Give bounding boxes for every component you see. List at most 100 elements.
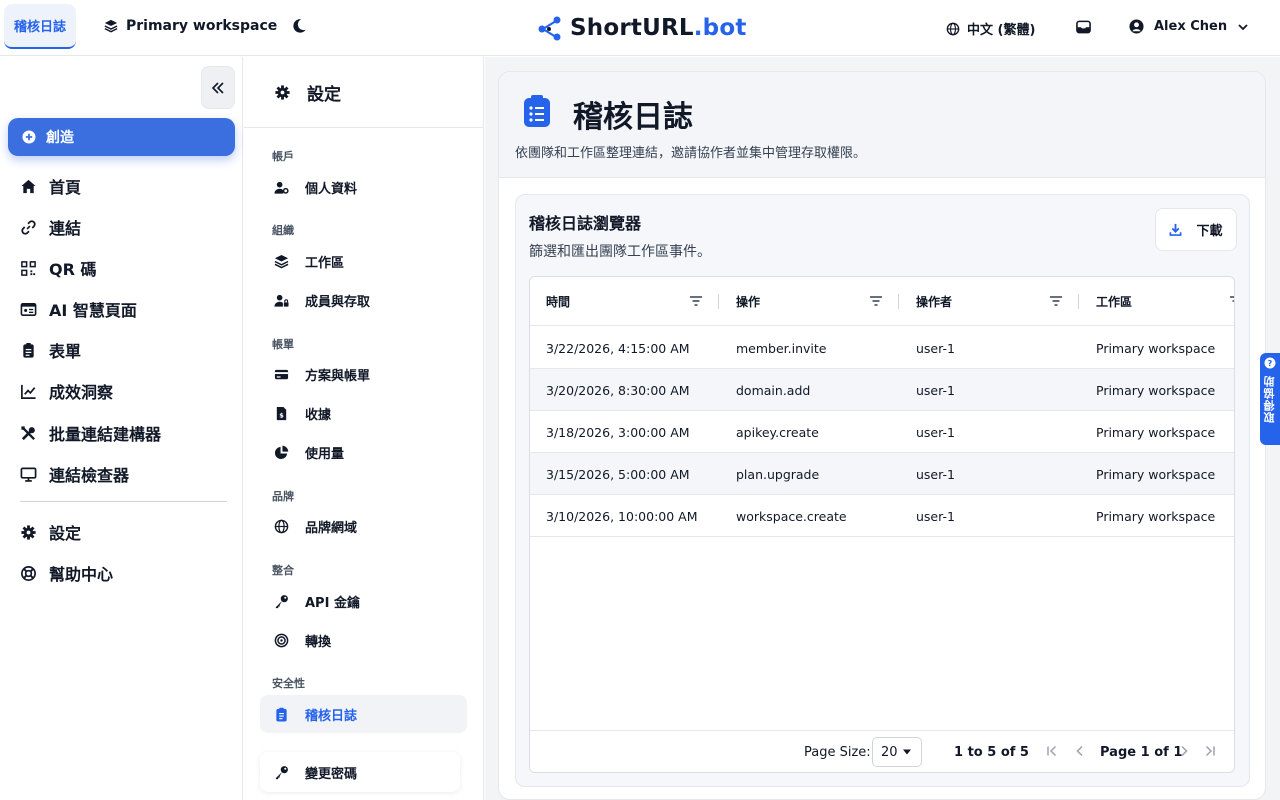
logo[interactable]: ShortURL.bot — [536, 14, 747, 42]
help-feedback-tab[interactable]: ? 取得協助 — [1260, 353, 1280, 445]
user-menu[interactable]: Alex Chen — [1129, 19, 1249, 34]
page-current: 1 — [1140, 745, 1150, 760]
settings-item-usage[interactable]: 使用量 — [274, 443, 344, 462]
user-circle-icon — [1129, 19, 1144, 34]
download-label: 下載 — [1196, 224, 1223, 239]
layers-icon — [274, 254, 289, 269]
column-header-actor[interactable]: 操作者 — [916, 277, 952, 326]
globe-icon — [946, 22, 960, 35]
gear-icon — [21, 524, 36, 540]
column-separator[interactable] — [1078, 294, 1079, 309]
settings-item-receipts[interactable]: $ 收據 — [274, 404, 331, 423]
collapse-sidebar-button[interactable] — [201, 66, 235, 109]
create-button[interactable]: 創造 — [8, 118, 235, 156]
first-page-icon[interactable] — [1046, 745, 1058, 757]
sidebar-item-links[interactable]: 連結 — [20, 215, 81, 239]
download-icon — [1170, 223, 1182, 236]
settings-item-brand-domains[interactable]: 品牌網域 — [274, 517, 357, 536]
column-header-workspace[interactable]: 工作區 — [1096, 277, 1132, 326]
table-header: 時間 操作 操作者 工作區 — [530, 277, 1235, 326]
filter-icon[interactable] — [1229, 294, 1235, 308]
key-icon — [275, 595, 288, 609]
settings-title: 設定 — [307, 84, 341, 105]
table-row[interactable]: 3/18/2026, 3:00:00 AM apikey.create user… — [530, 411, 1234, 453]
page-size-value: 20 — [881, 744, 898, 760]
lifebuoy-icon — [21, 565, 36, 581]
question-circle-icon: ? — [1264, 357, 1276, 369]
column-header-time[interactable]: 時間 — [546, 277, 570, 326]
language-selector[interactable]: 中文 (繁體) — [946, 19, 1035, 38]
settings-item-plans[interactable]: 方案與帳單 — [274, 365, 370, 384]
filter-icon[interactable] — [689, 294, 703, 308]
settings-item-change-password[interactable]: 變更密碼 — [260, 752, 460, 792]
settings-item-label: 收據 — [305, 408, 332, 423]
workspace-switcher[interactable]: Primary workspace — [104, 18, 277, 34]
tab-audit-log[interactable]: 稽核日誌 — [4, 4, 76, 49]
globe-icon — [274, 519, 289, 534]
cell-action: member.invite — [736, 340, 827, 356]
target-icon — [274, 633, 289, 648]
cell-time: 3/15/2026, 5:00:00 AM — [546, 466, 690, 482]
column-separator[interactable] — [898, 294, 899, 309]
audit-log-panel: 稽核日誌 依團隊和工作區整理連結，邀請協作者並集中管理存取權限。 稽核日誌瀏覽器… — [498, 71, 1266, 800]
cell-time: 3/22/2026, 4:15:00 AM — [546, 340, 690, 356]
table-row[interactable]: 3/15/2026, 5:00:00 AM plan.upgrade user-… — [530, 453, 1234, 495]
sidebar-item-ai-pages[interactable]: AI 智慧頁面 — [20, 297, 137, 321]
cell-workspace: Primary workspace — [1096, 508, 1216, 524]
filter-icon[interactable] — [1049, 294, 1063, 308]
help-feedback-label: 取得協助 — [1263, 375, 1276, 423]
previous-page-icon[interactable] — [1074, 745, 1086, 757]
sidebar-item-help[interactable]: 幫助中心 — [20, 561, 113, 585]
key-icon — [275, 765, 288, 779]
sidebar-item-link-checker[interactable]: 連結檢查器 — [20, 462, 129, 486]
logo-text: ShortURL.bot — [570, 15, 747, 41]
home-icon — [21, 179, 36, 193]
settings-item-api-keys[interactable]: API 金鑰 — [274, 592, 360, 611]
card-subtitle: 篩選和匯出團隊工作區事件。 — [529, 244, 711, 260]
audit-log-browser-card: 稽核日誌瀏覽器 篩選和匯出團隊工作區事件。 下載 時間 操作 操作者 工作區 3… — [515, 194, 1250, 787]
pagination-bar: Page Size: 20 1 to 5 of 5 Page 1 of 1 — [530, 730, 1234, 772]
sidebar-item-bulk-builder[interactable]: 批量連結建構器 — [20, 421, 161, 445]
link-icon — [21, 219, 36, 235]
cell-actor: user-1 — [916, 424, 955, 440]
next-page-icon[interactable] — [1178, 745, 1190, 757]
sidebar-item-qr[interactable]: QR 碼 — [20, 256, 97, 280]
settings-item-members[interactable]: 成員與存取 — [274, 291, 370, 310]
settings-item-label: 方案與帳單 — [305, 369, 371, 384]
table-row[interactable]: 3/22/2026, 4:15:00 AM member.invite user… — [530, 327, 1234, 369]
column-separator[interactable] — [718, 294, 719, 309]
svg-text:?: ? — [1268, 359, 1273, 368]
settings-header: 設定 — [244, 57, 483, 128]
page-size-select[interactable]: 20 — [872, 737, 922, 767]
settings-panel: 設定 帳戶 個人資料 組織 工作區 成員與存取 帳單 方案與帳單 $ 收據 使用… — [244, 57, 484, 800]
top-bar: 稽核日誌 Primary workspace ShortURL.bot 中文 (… — [0, 0, 1280, 56]
sidebar-item-settings[interactable]: 設定 — [20, 520, 81, 544]
inbox-icon[interactable] — [1076, 20, 1091, 34]
sidebar-item-forms[interactable]: 表單 — [20, 338, 81, 362]
clipboard-list-icon — [524, 95, 550, 127]
column-header-action[interactable]: 操作 — [736, 277, 760, 326]
settings-item-label: 稽核日誌 — [305, 708, 358, 724]
cell-action: apikey.create — [736, 424, 819, 440]
credit-card-icon — [274, 369, 289, 380]
sidebar-item-label: 首頁 — [49, 178, 82, 197]
last-page-icon[interactable] — [1204, 745, 1216, 757]
cell-actor: user-1 — [916, 382, 955, 398]
sidebar-item-home[interactable]: 首頁 — [20, 174, 81, 198]
table-row[interactable]: 3/10/2026, 10:00:00 AM workspace.create … — [530, 495, 1234, 537]
settings-item-audit-log[interactable]: 稽核日誌 — [260, 695, 467, 733]
card-title: 稽核日誌瀏覽器 — [529, 214, 642, 233]
group-label-account: 帳戶 — [272, 150, 294, 163]
settings-item-workspaces[interactable]: 工作區 — [274, 252, 344, 271]
settings-item-profile[interactable]: 個人資料 — [274, 178, 357, 197]
settings-item-conversions[interactable]: 轉換 — [274, 631, 331, 650]
filter-icon[interactable] — [869, 294, 883, 308]
dark-mode-toggle-icon[interactable] — [290, 17, 308, 35]
download-button[interactable]: 下載 — [1155, 208, 1237, 251]
share-nodes-icon — [538, 16, 561, 41]
page-prefix: Page — [1100, 745, 1137, 760]
table-row[interactable]: 3/20/2026, 8:30:00 AM domain.add user-1 … — [530, 369, 1234, 411]
sidebar-item-insights[interactable]: 成效洞察 — [20, 379, 113, 403]
sidebar: 創造 首頁 連結 QR 碼 AI 智慧頁面 表單 成效洞察 批量連結建構器 連結… — [0, 57, 243, 800]
user-name: Alex Chen — [1154, 19, 1228, 34]
